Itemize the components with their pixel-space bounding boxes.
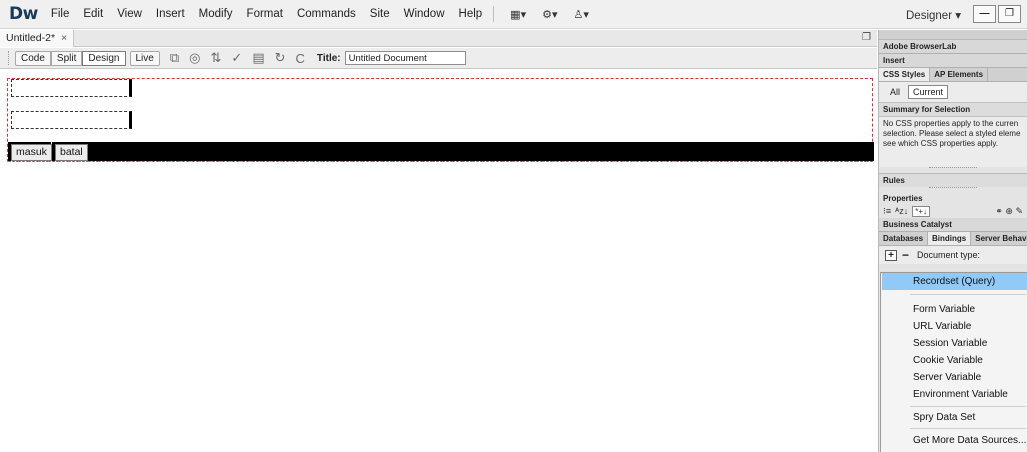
rules-header: Rules <box>879 173 1027 187</box>
data-panel-tabs: Databases Bindings Server Behavior <box>879 232 1027 246</box>
attach-style-icon[interactable]: ⚭ ⊕ ✎ <box>995 206 1023 217</box>
dreamweaver-logo: Dw <box>9 4 38 24</box>
split-view-button[interactable]: Split <box>50 50 83 66</box>
design-view-button[interactable]: Design <box>82 50 126 66</box>
restore-document-icon[interactable]: ❐ <box>862 32 871 43</box>
menu-modify[interactable]: Modify <box>192 8 240 20</box>
text-field-1[interactable] <box>11 79 132 97</box>
workspace-switcher[interactable]: Designer ▾ <box>906 8 961 22</box>
masuk-button[interactable]: masuk <box>11 144 52 161</box>
design-view[interactable]: masuk batal <box>0 70 877 452</box>
tab-ap-elements[interactable]: AP Elements <box>930 68 989 81</box>
properties-header: Properties <box>879 193 1027 204</box>
text-field-2[interactable] <box>11 111 132 129</box>
gear-icon[interactable]: ⚙▾ <box>534 8 565 21</box>
document-toolbar: Code Split Design Live ⧉ ◎ ⇅ ✓ ▤ ↻ C Tit… <box>0 48 877 69</box>
layout-icon[interactable]: ▦▾ <box>502 8 534 21</box>
w3c-validation-icon[interactable]: ✓ <box>231 50 242 66</box>
menu-form-variable[interactable]: Form Variable <box>882 301 1027 318</box>
panel-grip[interactable] <box>879 30 1027 40</box>
tab-css-styles[interactable]: CSS Styles <box>879 68 931 81</box>
close-icon[interactable]: × <box>61 32 67 44</box>
adobe-browserlab-header[interactable]: Adobe BrowserLab <box>879 40 1027 54</box>
file-management-icon[interactable]: ⇅ <box>211 50 222 66</box>
preview-browser-icon[interactable]: ◎ <box>189 50 200 66</box>
tab-databases[interactable]: Databases <box>879 232 929 245</box>
current-button[interactable]: Current <box>908 85 949 99</box>
document-tab-strip: Untitled-2* × ❐ <box>0 30 877 47</box>
insert-header[interactable]: Insert <box>879 54 1027 68</box>
menu-get-more-data-sources[interactable]: Get More Data Sources... <box>882 432 1027 449</box>
css-panel-tabs: CSS Styles AP Elements <box>879 68 1027 82</box>
window-controls: — ❐ <box>973 5 1021 23</box>
menu-separator-2 <box>910 406 1026 407</box>
selection-guide-line <box>7 161 873 162</box>
add-binding-button[interactable]: + <box>885 249 897 261</box>
menu-url-variable[interactable]: URL Variable <box>882 318 1027 335</box>
tab-bindings[interactable]: Bindings <box>928 232 972 245</box>
bindings-toolbar: + − Document type: <box>879 246 1027 264</box>
refresh-design-icon[interactable]: ↻ <box>275 50 286 66</box>
tab-server-behaviors[interactable]: Server Behavior <box>971 232 1027 245</box>
css-mode-toggle: All Current <box>879 82 1027 102</box>
button-row <box>8 142 874 161</box>
menu-help[interactable]: Help <box>452 8 490 20</box>
form-region[interactable]: masuk batal <box>7 78 874 162</box>
toolbar-grip[interactable] <box>8 51 11 65</box>
remove-binding-button[interactable]: − <box>902 248 909 262</box>
business-catalyst-header[interactable]: Business Catalyst <box>879 218 1027 232</box>
menu-separator <box>910 294 1026 295</box>
properties-toolbar: ⁝≡ ᴬz↓ *+↓ ⚭ ⊕ ✎ <box>879 204 1027 218</box>
alpha-view-icon[interactable]: ᴬz↓ <box>895 206 908 216</box>
menu-site[interactable]: Site <box>363 8 397 20</box>
menu-commands[interactable]: Commands <box>290 8 363 20</box>
menu-spry-data-set[interactable]: Spry Data Set <box>882 409 1027 426</box>
code-view-button[interactable]: Code <box>15 50 51 66</box>
menu-recordset-query[interactable]: Recordset (Query) <box>882 273 1027 290</box>
restore-icon[interactable]: ❐ <box>998 5 1021 23</box>
tab-untitled-2[interactable]: Untitled-2* × <box>0 30 75 47</box>
category-view-icon[interactable]: ⁝≡ <box>883 206 891 217</box>
summary-line-2: selection. Please select a styled eleme <box>883 129 1021 138</box>
document-title-input[interactable] <box>344 51 466 65</box>
menu-format[interactable]: Format <box>240 8 290 20</box>
minimize-icon[interactable]: — <box>973 5 996 23</box>
menu-bar: Dw File Edit View Insert Modify Format C… <box>0 0 1027 29</box>
summary-line-3: see which CSS properties apply. <box>883 139 999 148</box>
summary-title: Summary for Selection <box>879 102 1027 117</box>
menu-window[interactable]: Window <box>397 8 452 20</box>
title-label: Title: <box>316 52 341 64</box>
menu-server-variable[interactable]: Server Variable <box>882 369 1027 386</box>
live-view-button[interactable]: Live <box>129 50 160 66</box>
sitefiles-icon[interactable]: ♙▾ <box>565 8 596 21</box>
set-properties-icon[interactable]: *+↓ <box>912 205 930 217</box>
menu-session-variable[interactable]: Session Variable <box>882 335 1027 352</box>
menu-file[interactable]: File <box>44 8 77 20</box>
summary-text: No CSS properties apply to the curren se… <box>879 117 1027 167</box>
multiscreen-icon[interactable]: ⧉ <box>170 50 179 66</box>
menu-divider <box>493 6 495 22</box>
menu-edit[interactable]: Edit <box>76 8 110 20</box>
menu-view[interactable]: View <box>110 8 149 20</box>
menu-environment-variable[interactable]: Environment Variable <box>882 386 1027 403</box>
menu-separator-3 <box>910 428 1026 429</box>
summary-line-1: No CSS properties apply to the curren <box>883 119 1019 128</box>
document-type-label: Document type: <box>917 250 981 260</box>
batal-button[interactable]: batal <box>55 144 88 161</box>
add-binding-dropdown: Recordset (Query) Form Variable URL Vari… <box>880 272 1027 452</box>
tab-label: Untitled-2* <box>6 32 56 44</box>
visual-aids-icon[interactable]: ▤ <box>252 50 264 66</box>
refresh-icon[interactable]: C <box>296 51 305 66</box>
all-button[interactable]: All <box>885 85 905 99</box>
menu-cookie-variable[interactable]: Cookie Variable <box>882 352 1027 369</box>
menu-insert[interactable]: Insert <box>149 8 192 20</box>
